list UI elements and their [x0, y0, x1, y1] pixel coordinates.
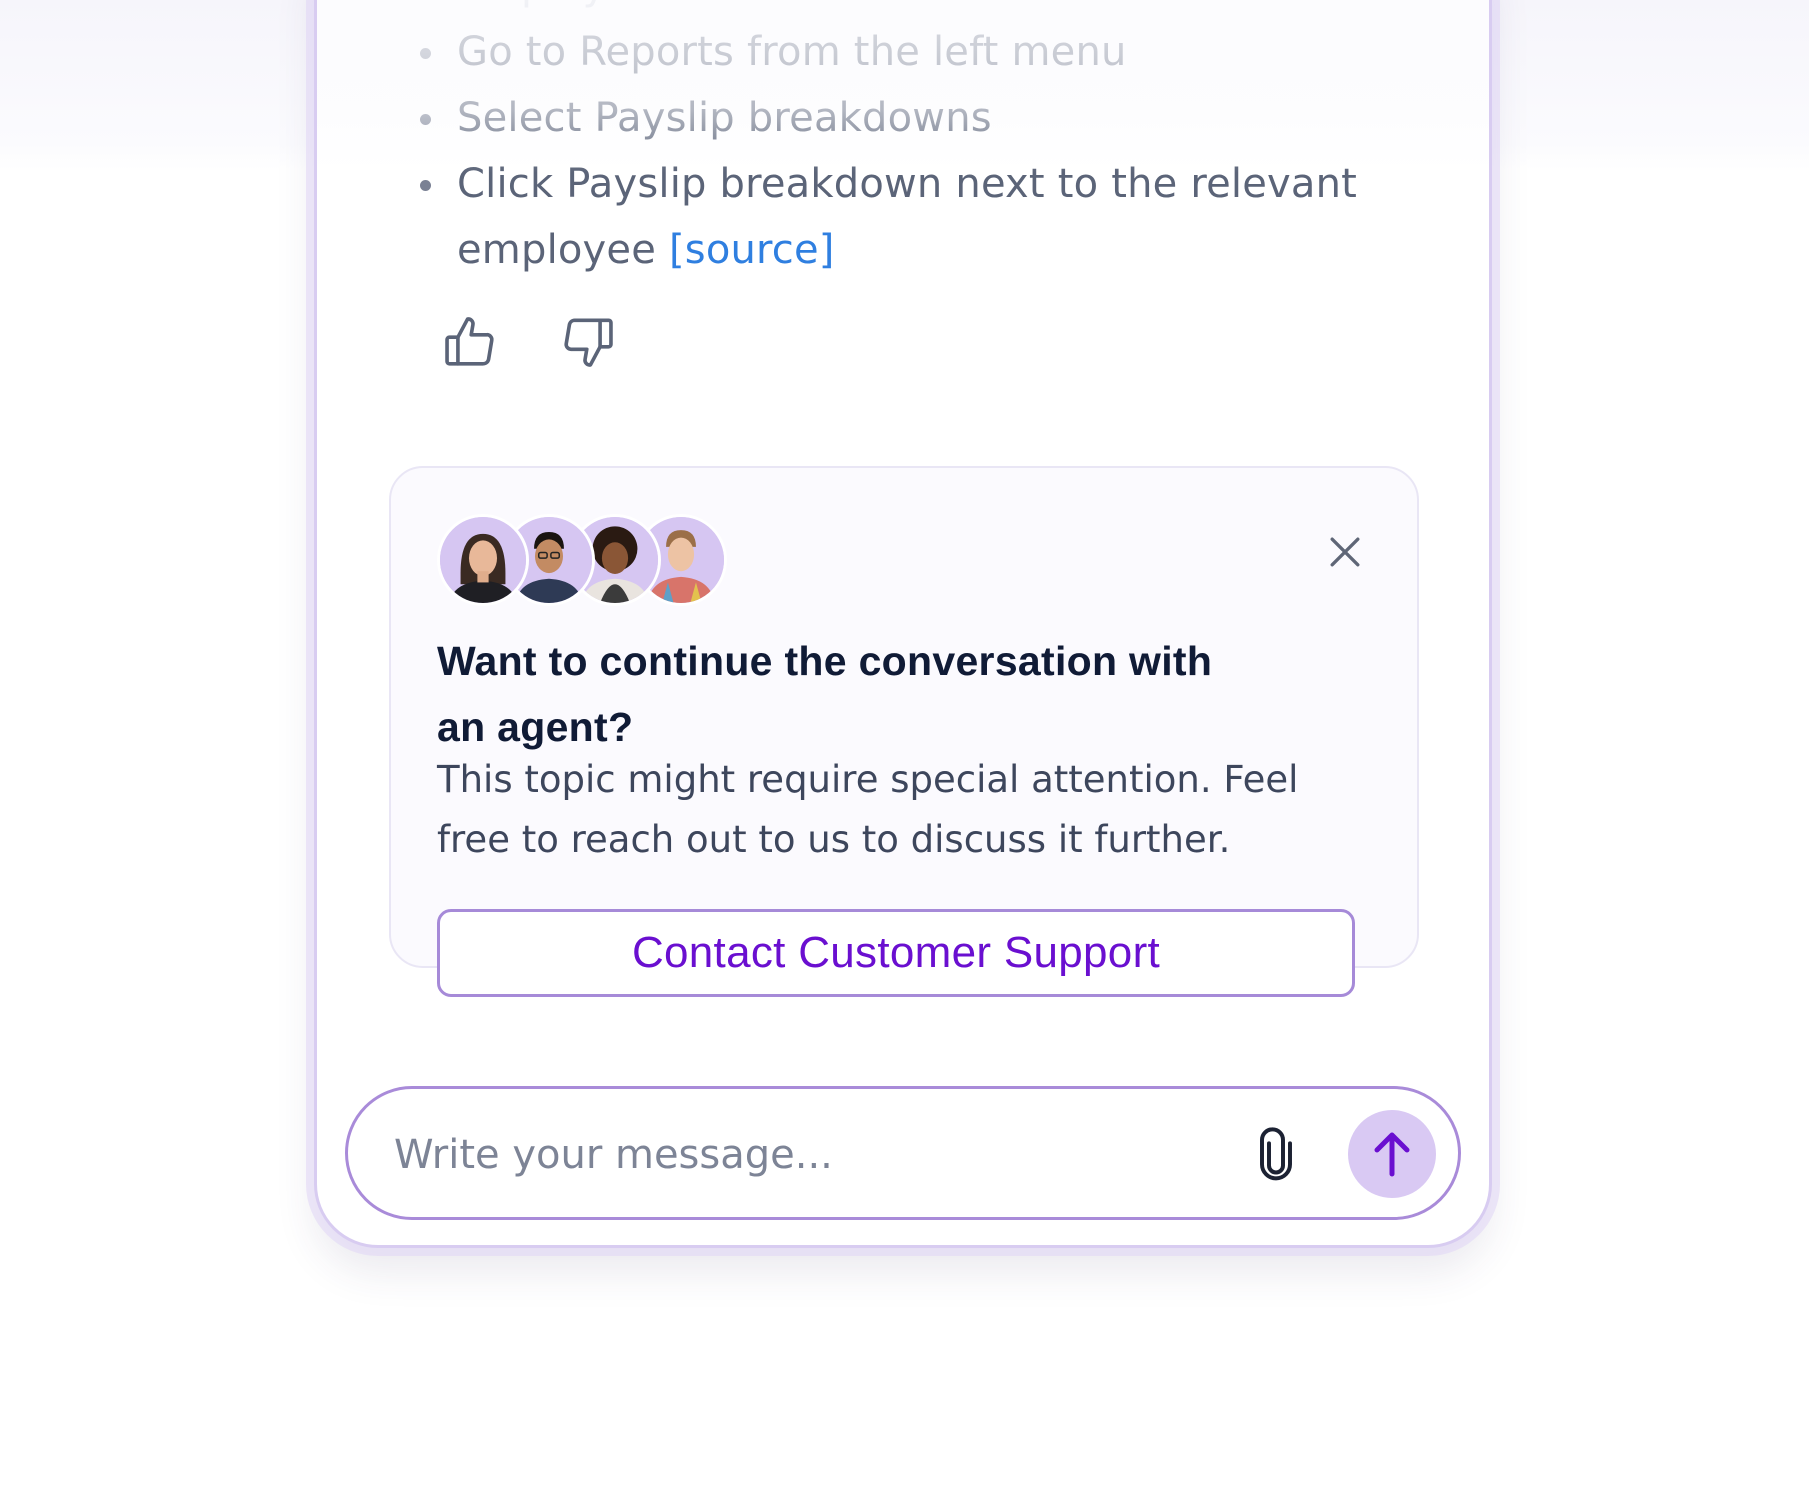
- thumbs-up-icon[interactable]: [441, 313, 499, 371]
- card-description: This topic might require special attenti…: [437, 758, 1299, 861]
- chat-panel: employees. Go to Reports from the left m…: [314, 0, 1492, 1248]
- message-composer: [345, 1086, 1461, 1220]
- step-text: employees.: [457, 0, 690, 9]
- list-item: employees.: [457, 0, 1397, 19]
- close-icon[interactable]: [1323, 530, 1367, 574]
- step-text: Go to Reports from the left menu: [457, 29, 1127, 75]
- source-link[interactable]: [source]: [669, 227, 835, 273]
- avatar: [437, 514, 529, 606]
- card-title: Want to continue the conversation with a…: [437, 638, 1213, 750]
- send-button[interactable]: [1348, 1110, 1436, 1198]
- step-text: Click Payslip breakdown next to the rele…: [457, 161, 1358, 273]
- contact-support-button[interactable]: Contact Customer Support: [437, 909, 1355, 997]
- arrow-up-icon: [1374, 1132, 1410, 1177]
- thumbs-down-icon[interactable]: [559, 313, 617, 371]
- feedback-bar: [441, 313, 617, 371]
- list-item: Select Payslip breakdowns: [420, 85, 1397, 151]
- list-item: Click Payslip breakdown next to the rele…: [420, 151, 1397, 283]
- agent-escalation-card: Want to continue the conversation with a…: [389, 466, 1419, 997]
- list-item: Go to Reports from the left menu: [420, 19, 1397, 85]
- step-text: Select Payslip breakdowns: [457, 95, 992, 141]
- response-steps-list: employees. Go to Reports from the left m…: [420, 0, 1397, 283]
- paperclip-icon[interactable]: [1248, 1127, 1304, 1183]
- message-input[interactable]: [392, 1119, 1216, 1191]
